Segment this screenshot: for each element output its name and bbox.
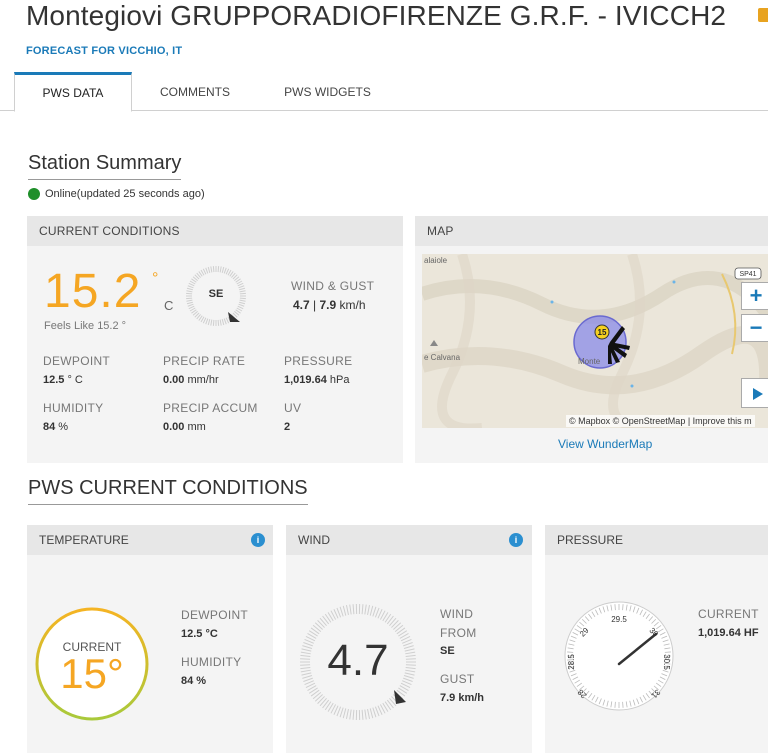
wind-direction: SE — [208, 288, 224, 300]
precip-rate-unit: mm/hr — [184, 374, 219, 386]
map-zoom-out-button[interactable]: − — [741, 314, 768, 342]
humidity-label: HUMIDITY — [43, 401, 104, 415]
map-canvas[interactable]: 15 Monte alaiole e Calvana SP41 — [422, 254, 768, 428]
play-icon — [753, 388, 763, 400]
map-header: MAP — [415, 216, 768, 246]
dewpoint-unit: ° C — [64, 374, 83, 386]
temp-card-dewpoint-value: 12.5 °C — [181, 628, 218, 640]
map-attribution[interactable]: © Mapbox © OpenStreetMap | Improve this … — [566, 415, 755, 427]
precip-rate-label: PRECIP RATE — [163, 354, 246, 368]
wind-unit: km/h — [336, 298, 366, 312]
dewpoint-label: DEWPOINT — [43, 354, 111, 368]
temp-card-humidity-value: 84 % — [181, 675, 207, 687]
wind-card-from-label-1: WIND — [440, 607, 474, 621]
precip-rate-number: 0.00 — [163, 374, 185, 386]
forecast-link[interactable]: FORECAST FOR VICCHIO, IT — [26, 45, 182, 57]
pws-current-conditions-heading: PWS CURRENT CONDITIONS — [28, 477, 308, 505]
temperature-current-value: 15° — [60, 650, 124, 697]
temperature-card-header: TEMPERATURE — [27, 525, 273, 555]
pressure-gauge-icon: 29.5 29 30 28.5 30.5 28 31 — [564, 601, 674, 711]
humidity-number: 84 — [43, 421, 56, 433]
map-place-label-3: Monte — [578, 357, 601, 366]
uv-label: UV — [284, 401, 302, 415]
pressure-card-header: PRESSURE — [545, 525, 768, 555]
precip-rate-value: 0.00 mm/hr — [163, 374, 219, 386]
pressure-tick-28-5: 28.5 — [567, 654, 576, 670]
pressure-value: 1,019.64 hPa — [284, 374, 349, 386]
online-status: Online(updated 25 seconds ago) — [28, 188, 205, 200]
pressure-card-current-value: 1,019.64 HF — [698, 627, 759, 639]
wind-separator: | — [309, 298, 320, 312]
online-status-text: Online(updated 25 seconds ago) — [45, 188, 205, 200]
wind-speed: 4.7 — [293, 298, 310, 312]
map-place-label-1: alaiole — [424, 256, 448, 265]
temp-card-humidity-label: HUMIDITY — [181, 655, 242, 669]
wind-card-gust-value: 7.9 km/h — [440, 692, 485, 704]
tab-comments[interactable]: COMMENTS — [150, 72, 240, 111]
tab-pws-data[interactable]: PWS DATA — [14, 72, 132, 112]
wind-card-gust-label: GUST — [440, 672, 475, 686]
tab-pws-widgets[interactable]: PWS WIDGETS — [270, 72, 385, 111]
uv-number: 2 — [284, 421, 291, 433]
wind-card-from-label-2: FROM — [440, 626, 477, 640]
view-wundermap-link[interactable]: View WunderMap — [558, 437, 652, 451]
map-terrain: 15 Monte alaiole e Calvana SP41 — [422, 254, 768, 428]
current-temperature: 15.2 — [44, 265, 142, 318]
pressure-card-current-label: CURRENT — [698, 607, 759, 621]
station-badge: 15 — [598, 328, 607, 337]
pressure-tick-30-5: 30.5 — [662, 654, 671, 670]
pressure-number: 1,019.64 — [284, 374, 327, 386]
station-summary-heading: Station Summary — [28, 152, 182, 180]
humidity-value: 84 % — [43, 421, 68, 433]
online-dot-icon — [28, 188, 40, 200]
map-play-button[interactable] — [741, 378, 768, 408]
precip-accum-value: 0.00 mm — [163, 421, 206, 433]
wind-info-icon[interactable]: i — [509, 533, 523, 547]
map-place-label-2: e Calvana — [424, 353, 461, 362]
pressure-tick-29-5: 29.5 — [611, 615, 627, 624]
feels-like: Feels Like 15.2 ° — [44, 320, 127, 332]
tab-bar: PWS DATA COMMENTS PWS WIDGETS — [0, 72, 768, 112]
current-conditions-header: CURRENT CONDITIONS — [27, 216, 403, 246]
dewpoint-number: 12.5 — [43, 374, 65, 386]
badge-icon — [758, 8, 768, 22]
temperature-unit: C — [164, 298, 174, 313]
pressure-label: PRESSURE — [284, 354, 353, 368]
wind-gust-value: 4.7 | 7.9 km/h — [293, 298, 366, 312]
temperature-info-icon[interactable]: i — [251, 533, 265, 547]
pressure-unit: hPa — [326, 374, 350, 386]
road-badge: SP41 — [739, 271, 756, 278]
page-title: Montegiovi GRUPPORADIOFIRENZE G.R.F. - I… — [26, 0, 727, 31]
precip-accum-number: 0.00 — [163, 421, 185, 433]
temp-card-dewpoint-label: DEWPOINT — [181, 608, 249, 622]
dewpoint-value: 12.5 ° C — [43, 374, 83, 386]
wind-gust: 7.9 — [319, 298, 337, 312]
humidity-unit: % — [55, 421, 69, 433]
wind-card-header: WIND — [286, 525, 532, 555]
wind-card-from-value: SE — [440, 645, 455, 657]
wind-gust-label: WIND & GUST — [291, 279, 375, 293]
map-zoom-in-button[interactable]: + — [741, 282, 768, 310]
precip-accum-unit: mm — [184, 421, 206, 433]
uv-value: 2 — [284, 421, 290, 433]
precip-accum-label: PRECIP ACCUM — [163, 401, 258, 415]
wind-card-speed: 4.7 — [327, 636, 389, 685]
degree-symbol: ° — [152, 270, 159, 287]
